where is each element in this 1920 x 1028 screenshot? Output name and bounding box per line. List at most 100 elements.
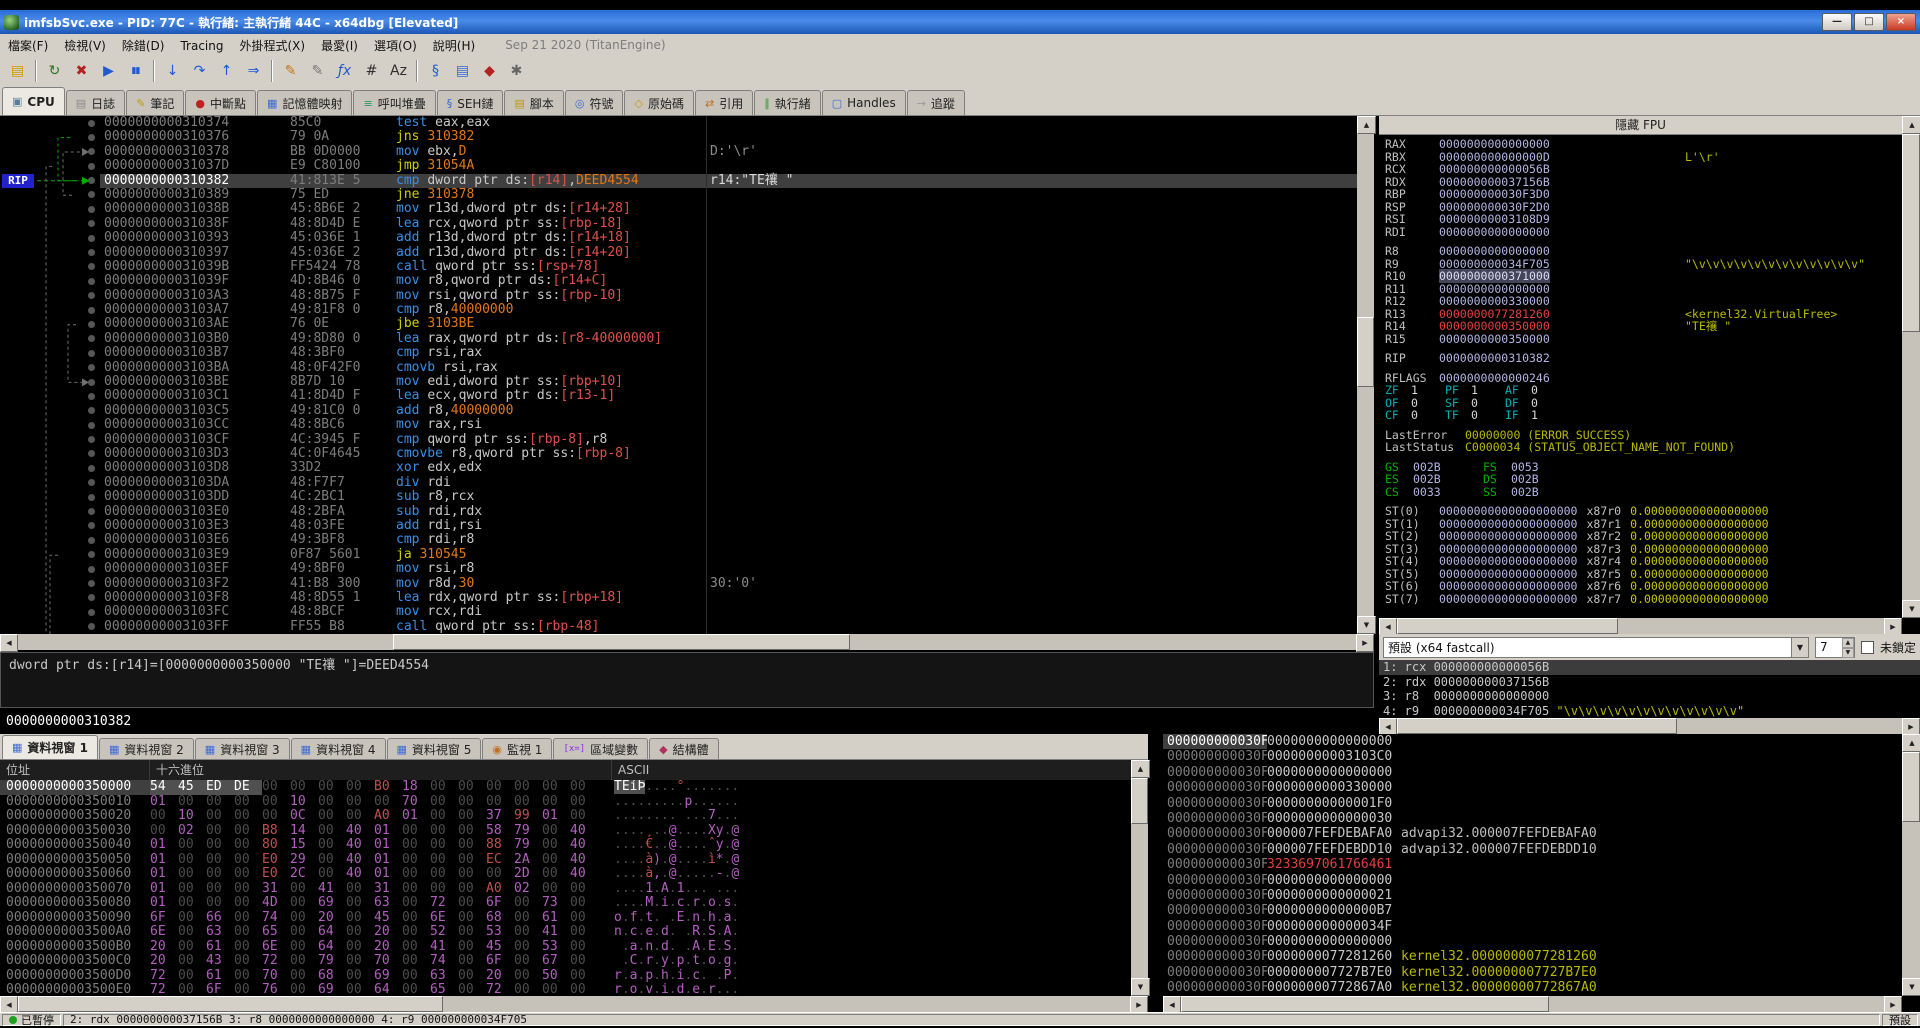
menu-item[interactable]: Tracing — [172, 37, 231, 55]
disasm-row[interactable]: 00000000003103D833D2xor edx,edx — [0, 461, 1357, 475]
scroll-thumb[interactable] — [1902, 752, 1920, 822]
dump-row[interactable]: 00000000003500906F0066007400200045006E00… — [0, 911, 1131, 926]
run-button[interactable]: ▶ — [95, 59, 122, 83]
argument-row[interactable]: 2: rdx 000000000037156B — [1379, 675, 1920, 690]
disasm-row[interactable]: 00000000003103DA48:F7F7div rdi — [0, 476, 1357, 490]
dump-row[interactable]: 0000000000350040010000008015004001000000… — [0, 838, 1131, 853]
scroll-right-icon[interactable]: ▶ — [1356, 634, 1374, 652]
tab-call-stack[interactable]: ≡呼叫堆疊 — [353, 90, 435, 115]
disasm-row[interactable]: 00000000003103A749:81F8 0cmp r8,40000000 — [0, 303, 1357, 317]
scroll-thumb[interactable] — [1902, 134, 1920, 332]
dump-horizontal-scrollbar[interactable]: ◀ ▶ — [0, 996, 1148, 1012]
disasm-row[interactable]: 00000000003103FC48:8BCFmov rcx,rdi — [0, 605, 1357, 619]
dump-row[interactable]: 00000000003500A06E0063006500640020005200… — [0, 925, 1131, 940]
dump-vertical-scrollbar[interactable]: ▲ ▼ — [1131, 760, 1148, 996]
seh-button[interactable]: § — [422, 59, 449, 83]
tab-seh-chain[interactable]: §SEH鏈 — [437, 90, 504, 115]
scroll-track[interactable] — [1357, 134, 1374, 616]
settings-button[interactable]: ✱ — [503, 59, 530, 83]
disasm-row[interactable]: 00000000003103DD4C:2BC1sub r8,rcx — [0, 490, 1357, 504]
scroll-thumb[interactable] — [1397, 618, 1618, 634]
disasm-row[interactable]: 000000000031038B45:8B6E 2mov r13d,dword … — [0, 202, 1357, 216]
scroll-down-icon[interactable]: ▼ — [1131, 978, 1150, 996]
disasm-row[interactable]: 00000000003103EF49:8BF0mov rsi,r8 — [0, 562, 1357, 576]
restart-button[interactable]: ↻ — [41, 59, 68, 83]
tab-dump-2[interactable]: ▦資料視窗 2 — [99, 738, 194, 759]
argument-row[interactable]: 3: r8 0000000000000000 — [1379, 689, 1920, 704]
disasm-row[interactable]: 00000000003103F241:B8 300mov r8d,3030:'0… — [0, 577, 1357, 591]
scroll-track[interactable] — [1131, 778, 1148, 978]
run-to-cursor-button[interactable]: ⇒ — [240, 59, 267, 83]
disasm-vertical-scrollbar[interactable]: ▲ ▼ — [1357, 116, 1374, 634]
scroll-down-icon[interactable]: ▼ — [1357, 616, 1376, 634]
tab-symbols[interactable]: ◎符號 — [565, 90, 624, 115]
disasm-row[interactable]: 000000000031037485C0test eax,eax — [0, 116, 1357, 130]
step-out-button[interactable]: ↑ — [213, 59, 240, 83]
stop-button[interactable]: ✖ — [68, 59, 95, 83]
scroll-thumb[interactable] — [1357, 317, 1374, 386]
close-button[interactable]: × — [1886, 13, 1916, 31]
disasm-row[interactable]: 00000000003103BE8B7D 10mov edi,dword ptr… — [0, 375, 1357, 389]
flags-row[interactable]: ZF1PF1AF0 — [1385, 384, 1902, 397]
tab-cpu[interactable]: ▣CPU — [2, 87, 65, 115]
stack-horizontal-scrollbar[interactable]: ◀ ▶ — [1163, 996, 1902, 1012]
edit-button[interactable]: ✎ — [277, 59, 304, 83]
tab-notes[interactable]: ✎筆記 — [126, 90, 184, 115]
disasm-row[interactable]: 000000000031039BFF5424 78call qword ptr … — [0, 260, 1357, 274]
font-button[interactable]: Az — [385, 59, 412, 83]
tab-trace[interactable]: →追蹤 — [907, 90, 965, 115]
fx-button[interactable]: ƒx — [331, 59, 358, 83]
spin-up-icon[interactable]: ▲ — [1842, 638, 1854, 648]
register-value[interactable]: 0000000000000000 — [1439, 225, 1550, 239]
tab-handles[interactable]: ▢Handles — [822, 90, 906, 115]
disasm-row[interactable]: 00000000003103BA48:0F42F0cmovb rsi,rax — [0, 361, 1357, 375]
tab-script[interactable]: ▤腳本 — [504, 90, 563, 115]
tab-threads[interactable]: ∥執行緒 — [754, 90, 821, 115]
disasm-row[interactable]: 00000000003103D34C:0F4645cmovbe r8,qword… — [0, 447, 1357, 461]
register-row-r15[interactable]: R150000000000350000 — [1385, 333, 1902, 346]
scroll-track[interactable] — [1181, 996, 1884, 1012]
stack-row[interactable]: 000000000030F2E00000000000000000 — [1163, 765, 1902, 780]
stack-row[interactable]: 000000000030F348000000007727B7E0kernel32… — [1163, 965, 1902, 980]
register-value[interactable]: 0000000000310382 — [1439, 351, 1550, 365]
stack-view[interactable]: 000000000030F2D0000000000000000000000000… — [1163, 734, 1902, 996]
stack-vertical-scrollbar[interactable]: ▲ ▼ — [1902, 734, 1920, 996]
register-value[interactable]: 0000000000350000 — [1439, 332, 1550, 346]
unlocked-checkbox[interactable] — [1861, 641, 1874, 654]
argument-count-spinner[interactable]: 7 ▲▼ — [1815, 637, 1855, 658]
disasm-row[interactable]: 00000000003103E348:03FEadd rdi,rsi — [0, 519, 1357, 533]
disasm-row[interactable]: 000000000031039745:036E 2add r13d,dword … — [0, 246, 1357, 260]
disasm-row[interactable]: 00000000003103F848:8D55 1lea rdx,qword p… — [0, 591, 1357, 605]
disasm-row[interactable]: 00000000003103CF4C:3945 Fcmp qword ptr s… — [0, 433, 1357, 447]
hex-dump-view[interactable]: 00000000003500005445EDDE00000000B0180000… — [0, 780, 1131, 996]
stack-row[interactable]: 000000000030F35000000000772867A0kernel32… — [1163, 980, 1902, 995]
disasm-row[interactable]: 000000000031038F48:8D4D Elea rcx,qword p… — [0, 217, 1357, 231]
spin-down-icon[interactable]: ▼ — [1842, 648, 1854, 658]
scroll-up-icon[interactable]: ▲ — [1357, 116, 1376, 134]
shield-button[interactable]: ◆ — [476, 59, 503, 83]
disasm-row[interactable]: 0000000000310378BB 0D0000mov ebx,DD:'\r' — [0, 145, 1357, 159]
dump-row[interactable]: 00000000003500D0720061007000680069006300… — [0, 969, 1131, 984]
dump-row[interactable]: 0000000000350080010000004D00690063007200… — [0, 896, 1131, 911]
scroll-thumb[interactable] — [1181, 996, 1549, 1012]
disasm-row[interactable]: 00000000003103CC48:8BC6mov rax,rsi — [0, 418, 1357, 432]
tab-log[interactable]: ▤日誌 — [66, 90, 125, 115]
disasm-row[interactable]: 00000000003103FFFF55 B8call qword ptr ss… — [0, 620, 1357, 634]
stack-row[interactable]: 000000000030F300000007FEFDEBAFA0advapi32… — [1163, 826, 1902, 841]
stack-row[interactable]: 000000000030F2E80000000000330000 — [1163, 780, 1902, 795]
dump-row[interactable]: 000000000035005001000000E029004001000000… — [0, 853, 1131, 868]
tab-locals[interactable]: [x=]區域變數 — [553, 738, 648, 759]
segment-row[interactable]: CS0033SS002B — [1385, 486, 1902, 499]
disasm-row[interactable]: 000000000031037679 0Ajns 310382 — [0, 130, 1357, 144]
stack-row[interactable]: 000000000030F330000000000000034F — [1163, 919, 1902, 934]
disasm-row[interactable]: 000000000031038241:813E 5cmp dword ptr d… — [0, 174, 1357, 188]
dump-row[interactable]: 00000000003500B0200061006E00640020004100… — [0, 940, 1131, 955]
scroll-down-icon[interactable]: ▼ — [1902, 978, 1920, 996]
stack-row[interactable]: 000000000030F3380000000000000000 — [1163, 934, 1902, 949]
tab-memory-map[interactable]: ▦記憶體映射 — [257, 90, 352, 115]
tab-dump-3[interactable]: ▦資料視窗 3 — [195, 738, 290, 759]
segment-row[interactable]: ES002BDS002B — [1385, 473, 1902, 486]
dump-row[interactable]: 00000000003500C0200043007200790070007400… — [0, 954, 1131, 969]
tab-struct[interactable]: ◆結構體 — [649, 738, 718, 759]
registers-panel[interactable]: 隱藏 FPU RAX0000000000000000RBX00000000000… — [1379, 116, 1902, 618]
